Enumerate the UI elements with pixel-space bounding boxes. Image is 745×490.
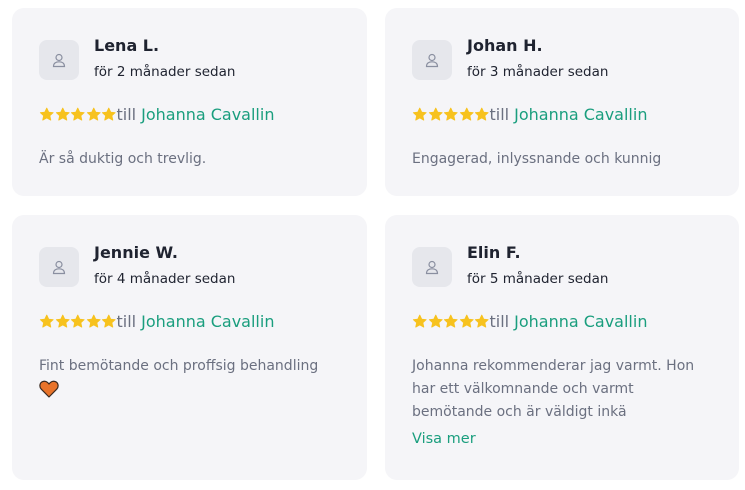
star-icon [443, 314, 458, 328]
till-label: till [116, 312, 137, 331]
rating-row: till Johanna Cavallin [412, 105, 647, 124]
reviewer-name: Jennie W. [94, 243, 178, 262]
avatar [39, 247, 79, 287]
star-icon [443, 107, 458, 121]
rating-row: till Johanna Cavallin [39, 105, 274, 124]
star-icon [55, 107, 70, 121]
star-icon [86, 314, 101, 328]
user-icon [425, 260, 439, 275]
star-icon [459, 107, 474, 121]
review-card: Johan H. för 3 månader sedan till Johann… [385, 8, 739, 196]
star-icon [412, 314, 427, 328]
star-rating [39, 314, 117, 329]
reviewer-name: Elin F. [467, 243, 521, 262]
user-icon [52, 260, 66, 275]
star-icon [101, 314, 116, 328]
review-card: Jennie W. för 4 månader sedan till Johan… [12, 215, 367, 480]
star-icon [70, 314, 85, 328]
recipient-link[interactable]: Johanna Cavallin [514, 105, 647, 124]
recipient-link[interactable]: Johanna Cavallin [141, 105, 274, 124]
star-icon [412, 107, 427, 121]
star-icon [70, 107, 85, 121]
review-card: Elin F. för 5 månader sedan till Johanna… [385, 215, 739, 480]
user-icon [52, 53, 66, 68]
star-icon [39, 314, 54, 328]
orange-heart-icon [39, 380, 59, 398]
star-icon [474, 107, 489, 121]
star-icon [101, 107, 116, 121]
star-rating [412, 314, 490, 329]
star-icon [428, 314, 443, 328]
till-label: till [116, 105, 137, 124]
review-body: Fint bemötande och proffsig behandling [39, 355, 349, 398]
review-time: för 4 månader sedan [94, 271, 236, 287]
review-text: Fint bemötande och proffsig behandling [39, 358, 319, 374]
review-time: för 3 månader sedan [467, 64, 609, 80]
till-label: till [489, 105, 510, 124]
till-label: till [489, 312, 510, 331]
star-icon [55, 314, 70, 328]
show-more-link[interactable]: Visa mer [412, 431, 476, 447]
star-icon [459, 314, 474, 328]
review-card: Lena L. för 2 månader sedan till Johanna… [12, 8, 367, 196]
review-time: för 2 månader sedan [94, 64, 236, 80]
review-text: Är så duktig och trevlig. [39, 151, 207, 167]
star-rating [412, 107, 490, 122]
star-icon [428, 107, 443, 121]
review-text: Engagerad, inlyssnande och kunnig [412, 151, 662, 167]
reviewer-name: Johan H. [467, 36, 543, 55]
star-rating [39, 107, 117, 122]
review-text: Johanna rekommenderar jag varmt. Hon har… [412, 358, 695, 420]
star-icon [86, 107, 101, 121]
rating-row: till Johanna Cavallin [39, 312, 274, 331]
star-icon [39, 107, 54, 121]
avatar [412, 247, 452, 287]
avatar [39, 40, 79, 80]
recipient-link[interactable]: Johanna Cavallin [141, 312, 274, 331]
recipient-link[interactable]: Johanna Cavallin [514, 312, 647, 331]
review-time: för 5 månader sedan [467, 271, 609, 287]
user-icon [425, 53, 439, 68]
reviewer-name: Lena L. [94, 36, 160, 55]
rating-row: till Johanna Cavallin [412, 312, 647, 331]
avatar [412, 40, 452, 80]
star-icon [474, 314, 489, 328]
